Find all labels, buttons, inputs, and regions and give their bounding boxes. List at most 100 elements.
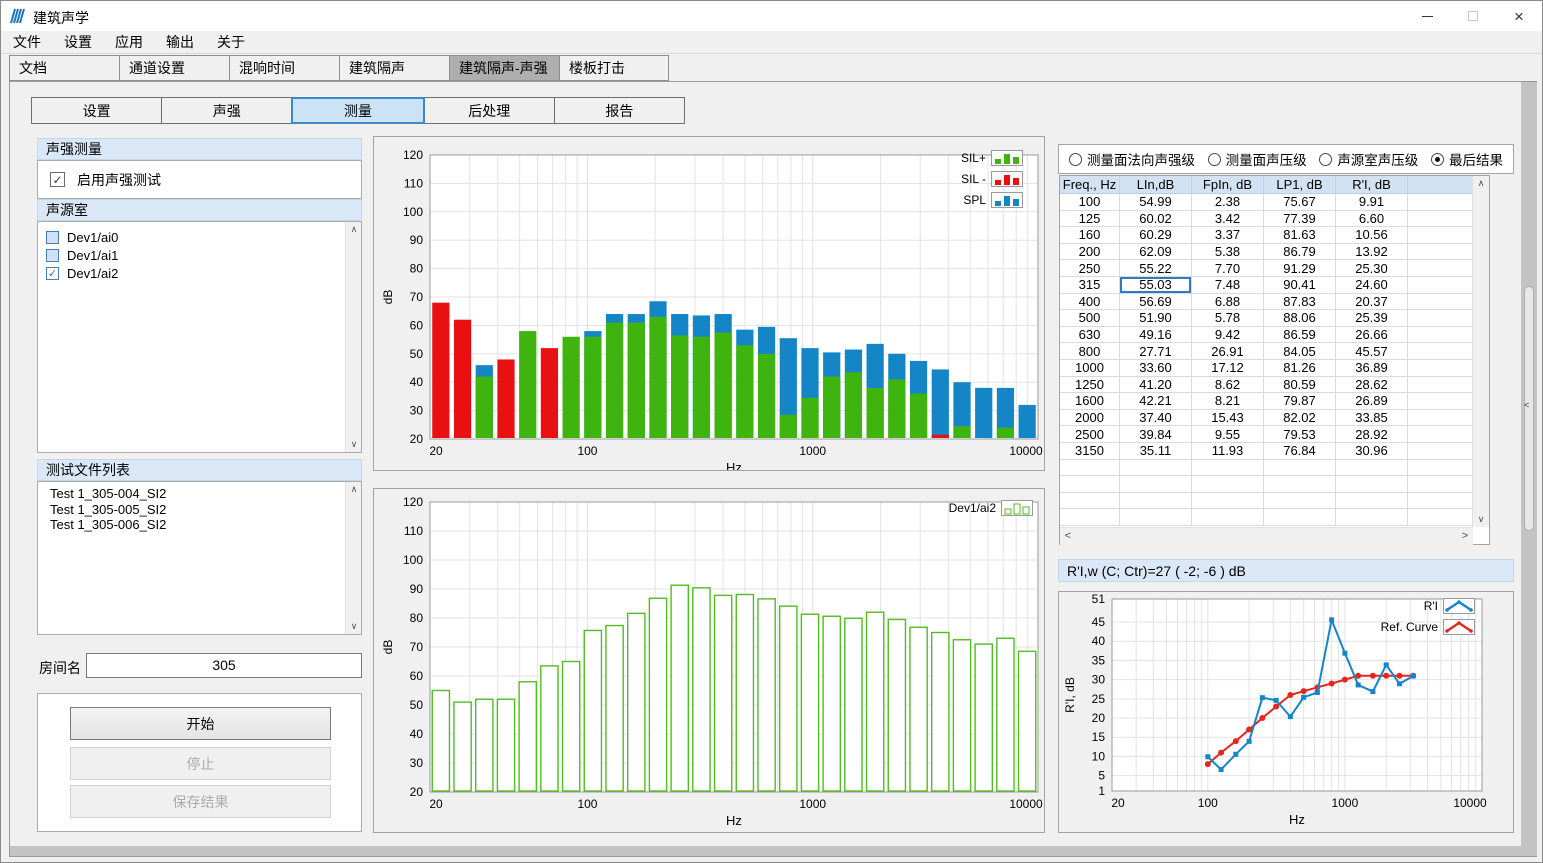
table-cell[interactable]: 84.05 [1264, 343, 1336, 360]
table-cell[interactable]: 28.62 [1336, 377, 1408, 394]
table-cell[interactable]: 54.99 [1120, 194, 1192, 211]
table-cell[interactable] [1060, 493, 1120, 510]
table-cell[interactable]: 315 [1060, 277, 1120, 294]
maximize-button[interactable] [1450, 1, 1496, 31]
menu-item-about[interactable]: 关于 [217, 32, 245, 52]
table-cell[interactable]: 35.11 [1120, 443, 1192, 460]
channel-item[interactable]: ✓Dev1/ai2 [38, 264, 361, 282]
channel-checkbox[interactable] [46, 249, 59, 262]
table-cell[interactable]: 15.43 [1192, 410, 1264, 427]
table-cell[interactable]: 39.84 [1120, 426, 1192, 443]
table-cell[interactable]: 8.62 [1192, 377, 1264, 394]
table-cell[interactable]: 56.69 [1120, 294, 1192, 311]
table-cell[interactable]: 33.60 [1120, 360, 1192, 377]
table-cell[interactable]: 80.59 [1264, 377, 1336, 394]
table-cell[interactable]: 41.20 [1120, 377, 1192, 394]
table-cell[interactable] [1408, 377, 1474, 394]
radio-final-result[interactable]: 最后结果 [1431, 149, 1503, 169]
table-cell[interactable] [1192, 476, 1264, 493]
table-cell[interactable]: 2000 [1060, 410, 1120, 427]
table-cell[interactable]: 37.40 [1120, 410, 1192, 427]
menu-item-settings[interactable]: 设置 [64, 32, 92, 52]
table-cell[interactable] [1120, 460, 1192, 477]
table-cell[interactable] [1408, 443, 1474, 460]
table-cell[interactable] [1264, 509, 1336, 526]
table-cell[interactable]: 26.91 [1192, 343, 1264, 360]
table-row[interactable]: 315035.1111.9376.8430.96 [1060, 443, 1489, 460]
scroll-up-icon[interactable]: ∧ [1473, 176, 1489, 191]
table-cell[interactable]: 100 [1060, 194, 1120, 211]
table-cell[interactable]: 17.12 [1192, 360, 1264, 377]
table-cell[interactable] [1408, 277, 1474, 294]
table-cell[interactable] [1408, 393, 1474, 410]
table-cell[interactable]: 3150 [1060, 443, 1120, 460]
radio-circle-icon[interactable] [1431, 153, 1444, 166]
table-row[interactable]: 100033.6017.1281.2636.89 [1060, 360, 1489, 377]
table-vscrollbar[interactable]: ∧ ∨ [1472, 176, 1489, 527]
table-cell[interactable] [1336, 493, 1408, 510]
table-cell[interactable] [1336, 460, 1408, 477]
table-cell[interactable]: 5.78 [1192, 310, 1264, 327]
table-cell[interactable] [1120, 476, 1192, 493]
minimize-button[interactable] [1404, 1, 1450, 31]
scroll-right-icon[interactable]: > [1457, 528, 1473, 546]
table-cell[interactable] [1120, 509, 1192, 526]
table-cell[interactable] [1408, 360, 1474, 377]
table-row[interactable]: 63049.169.4286.5926.66 [1060, 327, 1489, 344]
table-cell[interactable]: 26.66 [1336, 327, 1408, 344]
room-name-input[interactable]: 305 [86, 653, 362, 678]
table-cell[interactable]: 81.26 [1264, 360, 1336, 377]
channel-checkbox[interactable]: ✓ [46, 267, 59, 280]
table-row[interactable]: 31555.037.4890.4124.60 [1060, 277, 1489, 294]
table-cell[interactable] [1408, 476, 1474, 493]
table-cell[interactable]: 3.37 [1192, 227, 1264, 244]
table-cell[interactable]: 25.39 [1336, 310, 1408, 327]
table-cell[interactable]: 77.39 [1264, 211, 1336, 228]
channel-item[interactable]: Dev1/ai0 [38, 228, 361, 246]
table-cell[interactable]: 7.48 [1192, 277, 1264, 294]
table-cell[interactable]: 60.02 [1120, 211, 1192, 228]
table-cell[interactable]: 62.09 [1120, 244, 1192, 261]
tab-building-insulation[interactable]: 建筑隔声 [339, 55, 449, 81]
table-cell[interactable]: 55.03 [1120, 277, 1192, 294]
table-cell[interactable]: 8.21 [1192, 393, 1264, 410]
channel-list-scrollbar[interactable]: ∧ ∨ [345, 222, 361, 452]
table-cell[interactable]: 30.96 [1336, 443, 1408, 460]
table-cell[interactable]: 5.38 [1192, 244, 1264, 261]
table-cell[interactable] [1408, 426, 1474, 443]
table-cell[interactable]: 24.60 [1336, 277, 1408, 294]
table-cell[interactable] [1408, 310, 1474, 327]
table-cell[interactable]: 27.71 [1120, 343, 1192, 360]
table-row[interactable]: 25055.227.7091.2925.30 [1060, 260, 1489, 277]
table-hscrollbar[interactable]: < > [1060, 527, 1473, 545]
table-cell[interactable] [1120, 493, 1192, 510]
table-cell[interactable]: 36.89 [1336, 360, 1408, 377]
table-row[interactable]: 80027.7126.9184.0545.57 [1060, 343, 1489, 360]
table-cell[interactable]: 630 [1060, 327, 1120, 344]
scroll-down-icon[interactable]: ∨ [346, 437, 362, 452]
table-cell[interactable] [1408, 211, 1474, 228]
table-cell[interactable] [1192, 493, 1264, 510]
table-cell[interactable] [1192, 509, 1264, 526]
table-cell[interactable]: 6.88 [1192, 294, 1264, 311]
table-cell[interactable]: 33.85 [1336, 410, 1408, 427]
table-cell[interactable]: 11.93 [1192, 443, 1264, 460]
table-cell[interactable]: 7.70 [1192, 260, 1264, 277]
table-row[interactable]: 12560.023.4277.396.60 [1060, 211, 1489, 228]
table-cell[interactable]: 800 [1060, 343, 1120, 360]
table-cell[interactable]: 125 [1060, 211, 1120, 228]
table-cell[interactable] [1408, 509, 1474, 526]
table-row[interactable] [1060, 493, 1489, 510]
scroll-down-icon[interactable]: ∨ [1473, 512, 1489, 527]
channel-item[interactable]: Dev1/ai1 [38, 246, 361, 264]
tab-channel-setup[interactable]: 通道设置 [119, 55, 229, 81]
table-cell[interactable]: 9.91 [1336, 194, 1408, 211]
table-cell[interactable] [1408, 260, 1474, 277]
test-file-item[interactable]: Test 1_305-006_SI2 [38, 517, 361, 533]
table-cell[interactable]: 76.84 [1264, 443, 1336, 460]
table-cell[interactable]: 26.89 [1336, 393, 1408, 410]
table-cell[interactable]: 88.06 [1264, 310, 1336, 327]
subtab-report[interactable]: 报告 [554, 97, 685, 124]
table-row[interactable]: 16060.293.3781.6310.56 [1060, 227, 1489, 244]
test-file-item[interactable]: Test 1_305-005_SI2 [38, 502, 361, 518]
